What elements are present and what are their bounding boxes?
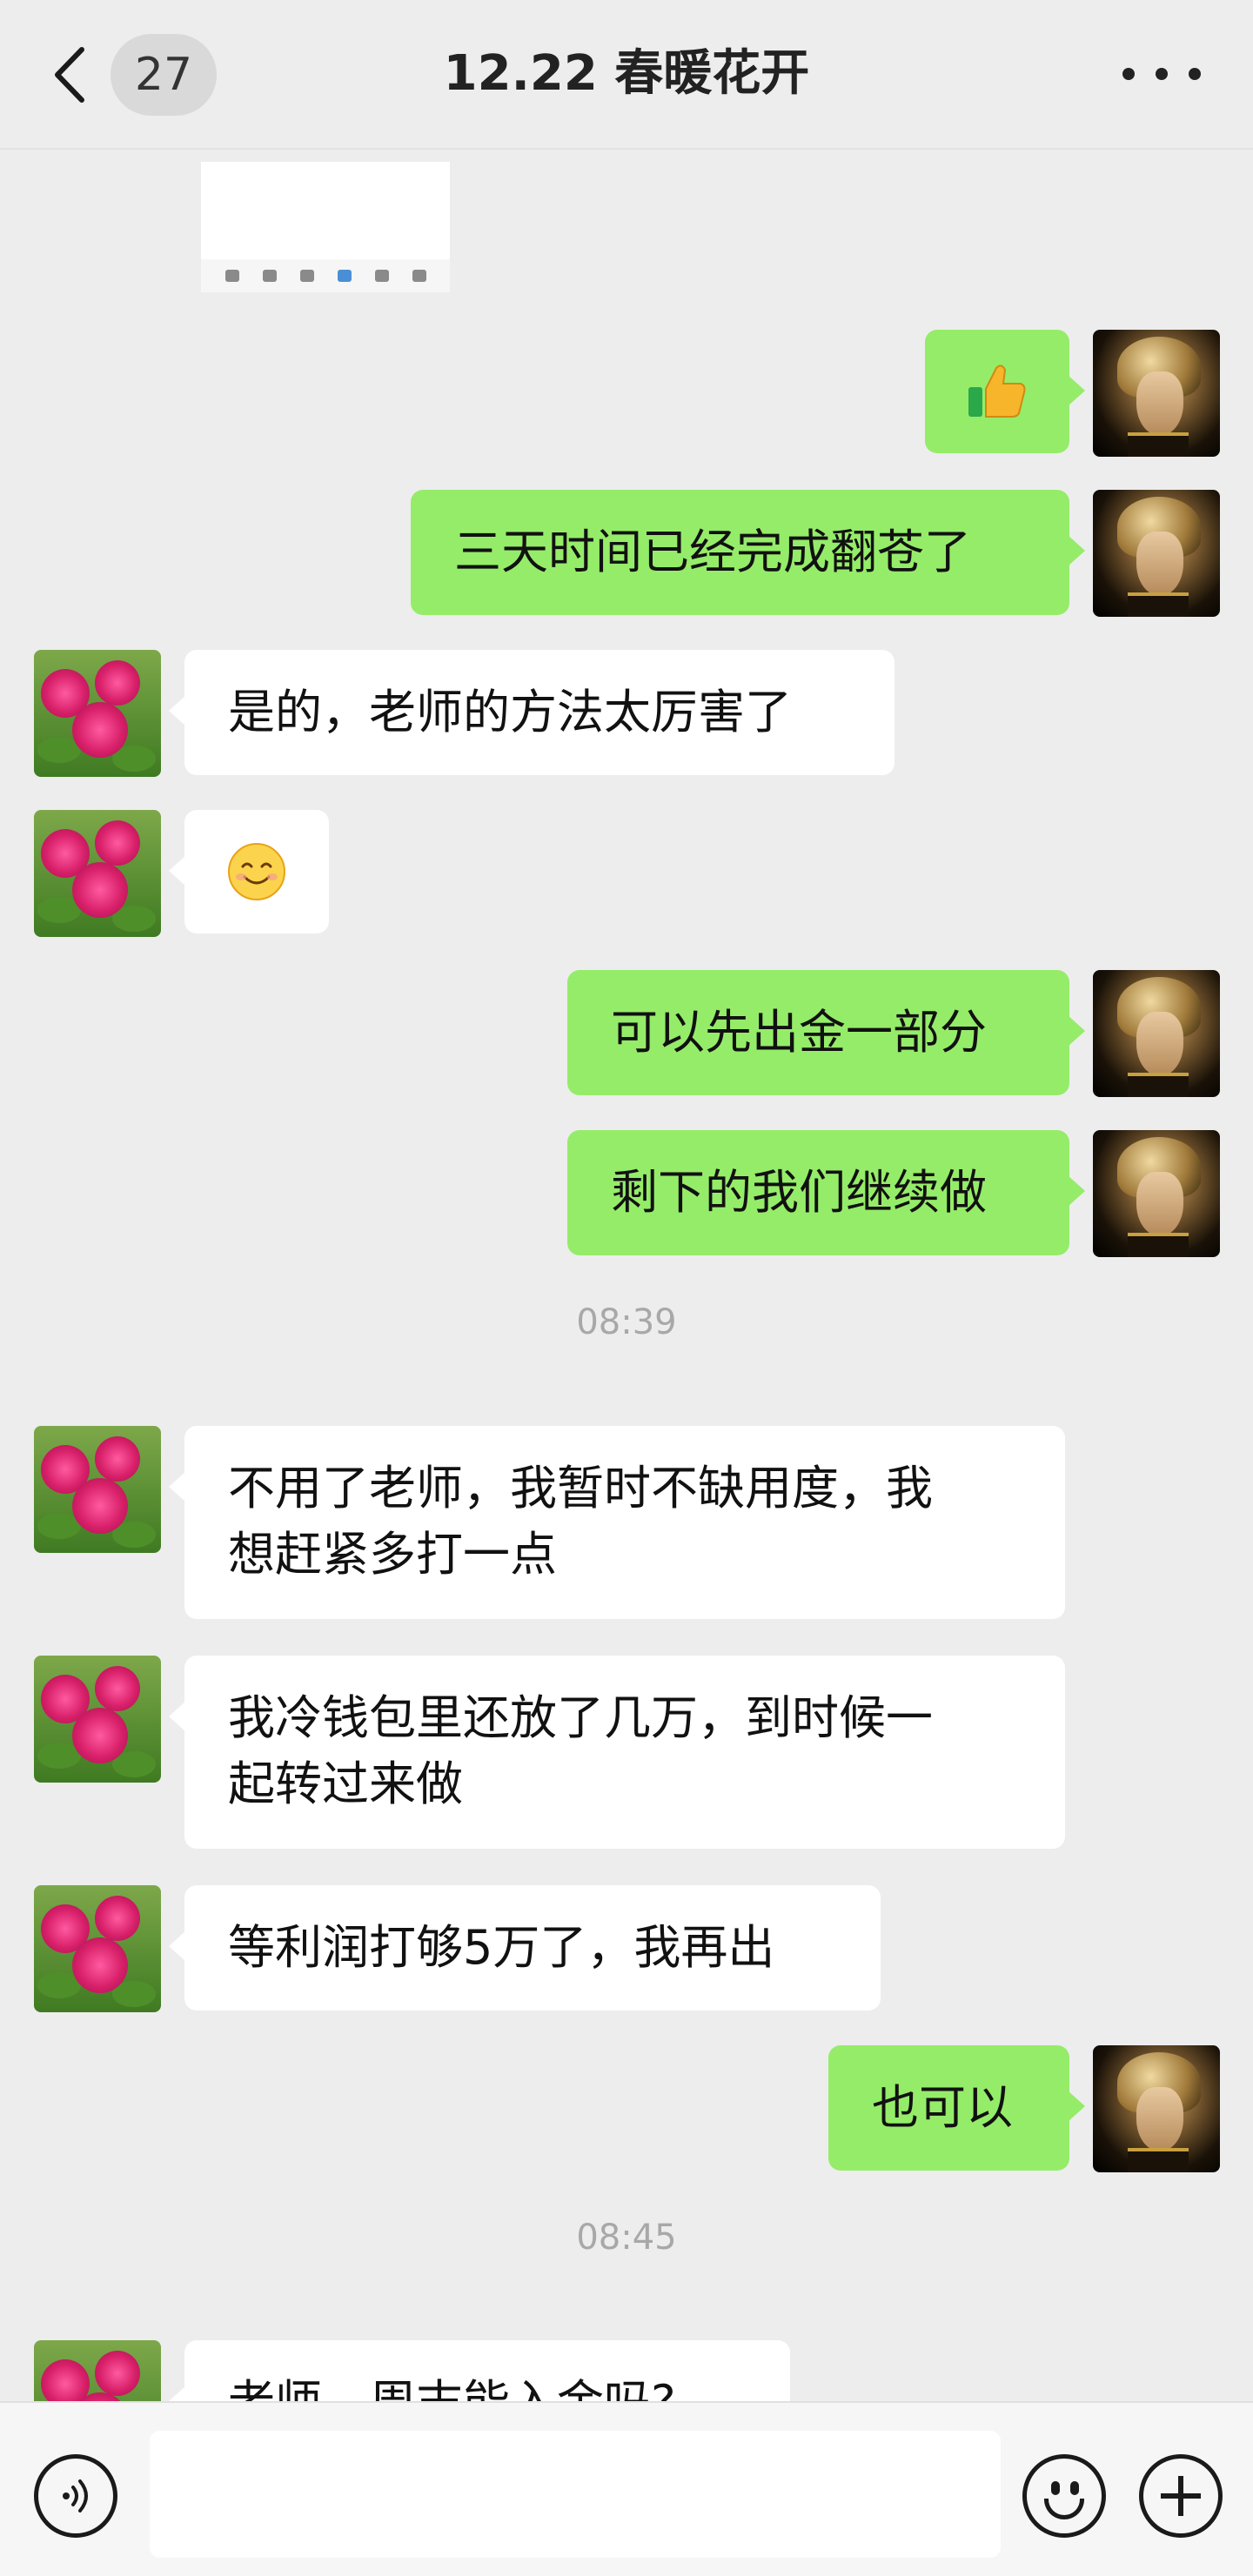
chat-icon [412, 270, 426, 282]
emoji-button[interactable] [1022, 2454, 1106, 2538]
message-bubble[interactable]: 我冷钱包里还放了几万，到时候一 起转过来做 [169, 1656, 1065, 1849]
my-avatar[interactable] [1093, 2045, 1220, 2172]
more-button[interactable] [1122, 52, 1201, 96]
contact-avatar[interactable] [34, 1885, 161, 2012]
message-bubble[interactable]: 三天时间已经完成翻苍了 [411, 490, 1085, 615]
more-actions-button[interactable] [1139, 2454, 1223, 2538]
message-bubble[interactable]: 可以先出金一部分 [567, 970, 1085, 1095]
message-line: 起转过来做 [228, 1756, 463, 1811]
contact-avatar[interactable] [34, 650, 161, 777]
timestamp: 08:45 [576, 2218, 677, 2258]
input-bar [0, 2401, 1253, 2576]
timestamp: 08:39 [576, 1302, 677, 1342]
more-horizontal-icon [1122, 68, 1135, 80]
my-avatar[interactable] [1093, 490, 1220, 617]
thumbs-up-icon [968, 365, 1026, 418]
message-bubble[interactable] [169, 810, 329, 933]
smile-emoji-icon [228, 843, 285, 900]
message-bubble[interactable]: 也可以 [828, 2045, 1085, 2171]
emoji-icon [1027, 2459, 1102, 2533]
back-button[interactable] [44, 42, 96, 108]
message-bubble[interactable]: 等利润打够5万了，我再出 [169, 1885, 881, 2011]
chat-messages[interactable]: 三天时间已经完成翻苍了 是的，老师的方法太厉害了 可以先出金一部分 剩下的我们继… [0, 150, 1253, 2401]
contact-avatar[interactable] [34, 1656, 161, 1783]
my-avatar[interactable] [1093, 330, 1220, 457]
unread-count-badge[interactable]: 27 [111, 34, 217, 116]
voice-icon [63, 2479, 88, 2512]
message-bubble[interactable] [925, 330, 1085, 453]
signal-icon [262, 270, 277, 282]
chevron-left-icon [55, 47, 84, 103]
voice-button[interactable] [34, 2454, 117, 2538]
message-bubble[interactable]: 剩下的我们继续做 [567, 1130, 1085, 1255]
message-line: 想赶紧多打一点 [228, 1527, 557, 1582]
message-line: 我冷钱包里还放了几万，到时候一 [228, 1690, 933, 1745]
message-bubble[interactable]: 老师，周末能入金吗? [169, 2340, 790, 2401]
my-avatar[interactable] [1093, 1130, 1220, 1257]
chat-header: 27 12.22 春暖花开 [0, 0, 1253, 150]
contact-avatar[interactable] [34, 1426, 161, 1553]
plus-icon [1143, 2459, 1218, 2533]
card-toolbar [201, 259, 450, 292]
chat-title: 12.22 春暖花开 [443, 45, 810, 102]
mail-icon [337, 270, 352, 282]
contact-avatar[interactable] [34, 810, 161, 937]
share-icon [299, 270, 314, 282]
shared-card-message[interactable] [201, 162, 450, 292]
message-input[interactable] [150, 2431, 1001, 2558]
message-bubble[interactable]: 不用了老师，我暂时不缺用度，我 想赶紧多打一点 [169, 1426, 1065, 1619]
message-line: 不用了老师，我暂时不缺用度，我 [228, 1461, 933, 1515]
link-icon [224, 270, 239, 282]
my-avatar[interactable] [1093, 970, 1220, 1097]
contact-avatar[interactable] [34, 2340, 161, 2401]
document-icon [374, 270, 389, 282]
message-bubble[interactable]: 是的，老师的方法太厉害了 [169, 650, 895, 775]
